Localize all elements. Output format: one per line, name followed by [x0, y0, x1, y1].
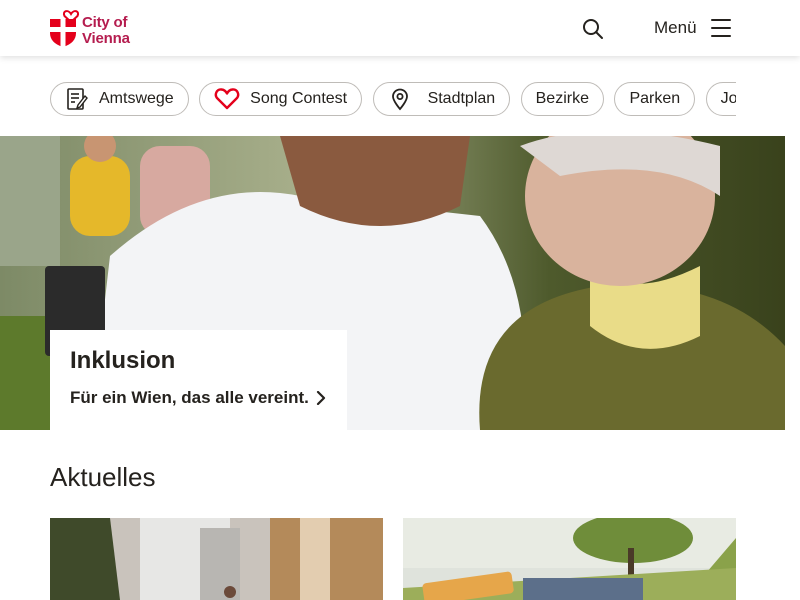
- vienna-shield-icon: [50, 10, 80, 47]
- hero-teaser[interactable]: Inklusion Für ein Wien, das alle vereint…: [0, 136, 785, 430]
- site-header: City of Vienna Menü: [0, 0, 800, 56]
- quick-link-stadtplan[interactable]: Stadtplan: [372, 82, 511, 116]
- hero-link[interactable]: Für ein Wien, das alle vereint.: [70, 388, 327, 408]
- logo-line-2: Vienna: [82, 30, 130, 47]
- news-photo: [50, 518, 383, 600]
- map-pin-icon: [391, 88, 408, 111]
- quick-link-song-contest[interactable]: Song Contest: [199, 82, 363, 116]
- news-photo: [403, 518, 736, 600]
- quick-link-jobs[interactable]: Jo: [705, 82, 736, 116]
- quick-link-bezirke[interactable]: Bezirke: [520, 82, 604, 116]
- logo-wordmark: City of Vienna: [82, 15, 130, 47]
- quick-link-label: Parken: [629, 90, 681, 107]
- menu-label: Menü: [654, 18, 697, 37]
- news-heading: Aktuelles: [50, 462, 156, 492]
- quick-links: Amtswege Song Contest Stadtplan Bezirke …: [50, 82, 736, 118]
- quick-link-label: Bezirke: [535, 90, 589, 107]
- logo-line-1: City of: [82, 14, 128, 31]
- quick-link-label: Jo: [720, 90, 736, 107]
- city-of-vienna-logo[interactable]: City of Vienna: [49, 9, 139, 49]
- news-card[interactable]: [50, 518, 383, 600]
- quick-link-label: Amtswege: [99, 90, 174, 107]
- hamburger-icon: [710, 19, 731, 37]
- chevron-right-icon: [316, 391, 325, 405]
- form-icon: [67, 88, 88, 110]
- menu-button[interactable]: Menü: [654, 14, 731, 42]
- heart-icon: [214, 88, 240, 110]
- quick-link-label: Stadtplan: [427, 90, 496, 107]
- hero-link-label: Für ein Wien, das alle vereint.: [70, 388, 309, 407]
- news-card[interactable]: [403, 518, 736, 600]
- quick-link-amtswege[interactable]: Amtswege: [50, 82, 189, 116]
- quick-link-label: Song Contest: [250, 90, 348, 107]
- hero-title: Inklusion: [70, 347, 176, 374]
- search-button[interactable]: [580, 16, 606, 42]
- hero-card: Inklusion Für ein Wien, das alle vereint…: [50, 330, 347, 430]
- search-icon: [583, 19, 603, 39]
- quick-link-parken[interactable]: Parken: [614, 82, 696, 116]
